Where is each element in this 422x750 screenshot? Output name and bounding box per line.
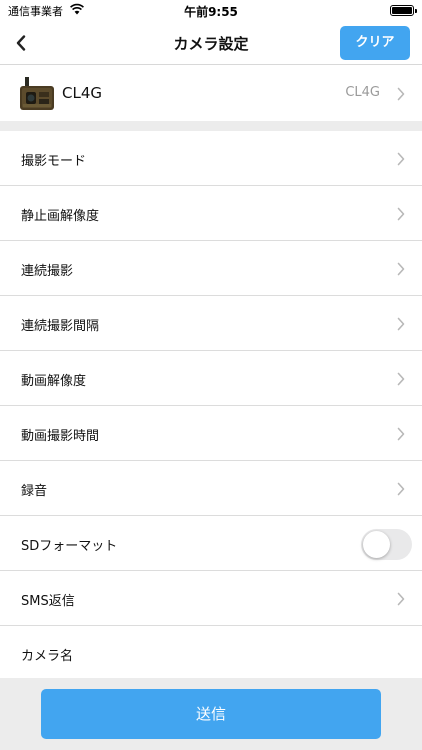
settings-list: 撮影モード 静止画解像度 連続撮影 連続撮影間隔 動画解像度 動画撮影時間 録音	[0, 131, 422, 681]
setting-row-video-resolution[interactable]: 動画解像度	[0, 351, 422, 406]
chevron-right-icon	[397, 207, 405, 221]
setting-label: 連続撮影間隔	[21, 319, 100, 334]
camera-selector-row[interactable]: CL4G CL4G	[0, 66, 422, 121]
setting-label: SMS返信	[21, 594, 75, 609]
setting-row-capture-mode[interactable]: 撮影モード	[0, 131, 422, 186]
setting-label: SDフォーマット	[21, 539, 118, 554]
setting-label: 動画撮影時間	[21, 429, 100, 444]
setting-label: 連続撮影	[21, 264, 74, 279]
camera-name: CL4G	[62, 84, 102, 102]
chevron-right-icon	[397, 262, 405, 276]
sd-format-toggle[interactable]	[361, 529, 412, 560]
send-button[interactable]: 送信	[41, 689, 381, 739]
status-bar: 通信事業者 午前9:55	[0, 0, 422, 22]
navigation-bar: カメラ設定 クリア	[0, 22, 422, 65]
setting-row-audio-recording[interactable]: 録音	[0, 461, 422, 516]
chevron-right-icon	[397, 317, 405, 331]
chevron-right-icon	[397, 427, 405, 441]
camera-model: CL4G	[345, 85, 380, 100]
setting-label: 録音	[21, 484, 48, 499]
chevron-right-icon	[397, 372, 405, 386]
setting-row-sms-reply[interactable]: SMS返信	[0, 571, 422, 626]
setting-label: 動画解像度	[21, 374, 87, 389]
battery-icon	[390, 5, 417, 16]
setting-row-burst-interval[interactable]: 連続撮影間隔	[0, 296, 422, 351]
section-divider	[0, 121, 422, 131]
camera-settings-screen: 通信事業者 午前9:55 カメラ設定 クリア CL4G CL4G 撮影モード 静…	[0, 0, 422, 750]
chevron-right-icon	[397, 87, 405, 101]
setting-row-photo-resolution[interactable]: 静止画解像度	[0, 186, 422, 241]
chevron-right-icon	[397, 152, 405, 166]
status-time: 午前9:55	[184, 5, 238, 19]
toggle-knob	[363, 531, 390, 558]
chevron-right-icon	[397, 592, 405, 606]
setting-row-sd-format: SDフォーマット	[0, 516, 422, 571]
setting-label: 撮影モード	[21, 154, 87, 169]
footer-bar: 送信	[0, 678, 422, 750]
setting-label: 静止画解像度	[21, 209, 100, 224]
setting-label: カメラ名	[21, 649, 74, 664]
setting-row-burst-shooting[interactable]: 連続撮影	[0, 241, 422, 296]
setting-row-camera-name[interactable]: カメラ名	[0, 626, 422, 681]
setting-row-video-duration[interactable]: 動画撮影時間	[0, 406, 422, 461]
clear-button[interactable]: クリア	[340, 26, 410, 60]
trail-camera-icon	[20, 77, 54, 110]
chevron-right-icon	[397, 482, 405, 496]
